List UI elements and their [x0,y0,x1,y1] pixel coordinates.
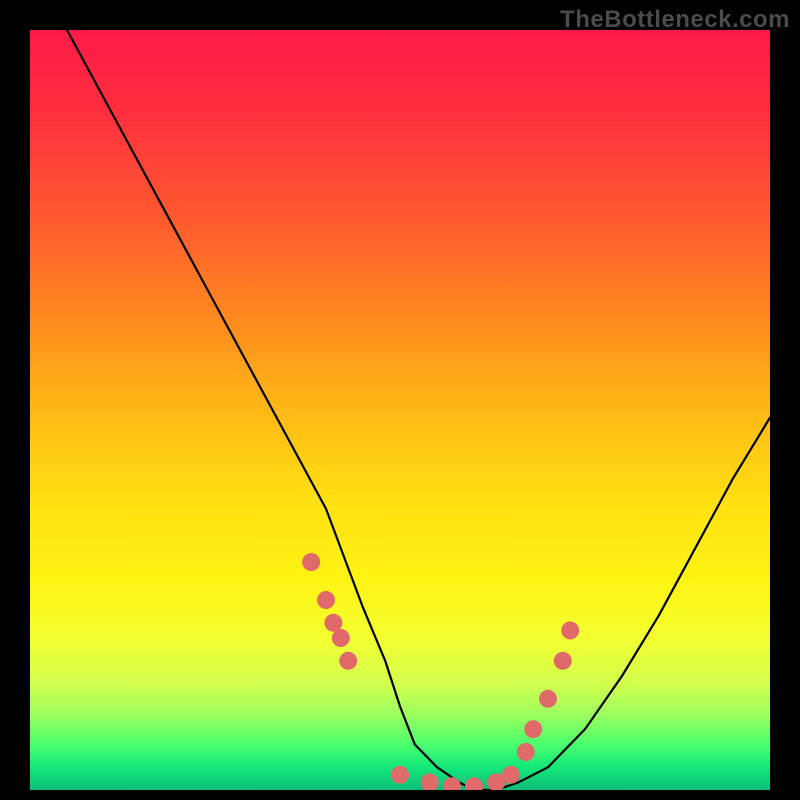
chart-frame: TheBottleneck.com [0,0,800,800]
marker-point [539,690,557,708]
marker-point [502,766,520,784]
marker-point [391,766,409,784]
marker-point [302,553,320,571]
marker-group [302,553,579,790]
marker-point [465,777,483,790]
curve-line-group [67,30,770,790]
plot-area [30,30,770,790]
marker-point [421,773,439,790]
marker-point [332,629,350,647]
marker-point [554,652,572,670]
marker-point [317,591,335,609]
curve-line [67,30,770,790]
marker-point [339,652,357,670]
marker-point [524,720,542,738]
marker-point [443,777,461,790]
chart-svg [30,30,770,790]
marker-point [561,621,579,639]
marker-point [517,743,535,761]
